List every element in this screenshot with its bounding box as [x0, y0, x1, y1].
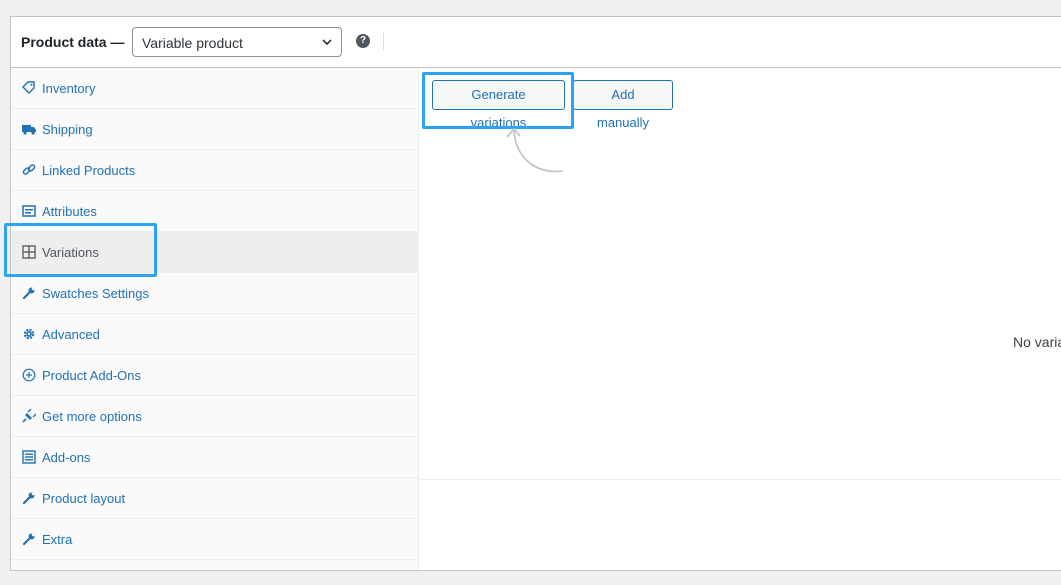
tab-label: Advanced	[42, 327, 100, 342]
plus-circle-icon	[22, 368, 36, 382]
tab-label: Attributes	[42, 204, 97, 219]
tab-label: Linked Products	[42, 163, 136, 178]
product-data-title: Product data —	[21, 34, 125, 50]
tab-add-ons[interactable]: Add-ons	[11, 437, 418, 478]
tab-linked-products[interactable]: Linked Products	[11, 150, 418, 191]
tab-label: Swatches Settings	[42, 286, 149, 301]
tab-shipping[interactable]: Shipping	[11, 109, 418, 150]
wrench-icon	[22, 492, 35, 505]
product-data-header: Product data — Variable product ?	[11, 17, 1061, 68]
tab-label: Shipping	[42, 122, 93, 137]
header-divider	[383, 33, 384, 51]
tab-label: Product layout	[42, 491, 126, 506]
plug-icon	[22, 409, 36, 423]
tab-label: Inventory	[42, 81, 96, 96]
tab-attributes[interactable]: Attributes	[11, 191, 418, 232]
tag-icon	[22, 81, 35, 94]
product-type-value: Variable product	[142, 35, 243, 51]
curved-arrow-icon	[506, 127, 564, 173]
list-card-icon	[22, 205, 36, 217]
wrench-icon	[22, 533, 35, 546]
tab-extra[interactable]: Extra	[11, 519, 418, 560]
wrench-icon	[22, 287, 35, 300]
product-data-tabs: Inventory Shipping Linked Products Attri…	[11, 68, 419, 570]
tab-get-more-options[interactable]: Get more options	[11, 396, 418, 437]
truck-icon	[22, 125, 36, 135]
tab-variations[interactable]: Variations	[11, 232, 418, 273]
tab-label: Product Add-Ons	[42, 368, 141, 383]
generate-variations-button[interactable]: Generate variations	[432, 80, 565, 130]
tab-label: Get more options	[42, 409, 142, 424]
tab-label: Extra	[42, 532, 73, 547]
chevron-down-icon	[322, 39, 332, 46]
tab-product-add-ons[interactable]: Product Add-Ons	[11, 355, 418, 396]
gear-icon	[23, 328, 35, 340]
tab-label: Variations	[42, 245, 99, 260]
add-manually-button[interactable]: Add manually	[573, 80, 673, 130]
question-circle-icon[interactable]: ?	[356, 34, 370, 48]
tab-product-layout[interactable]: Product layout	[11, 478, 418, 519]
grid-icon	[22, 245, 36, 259]
product-type-select[interactable]: Variable product	[132, 27, 342, 57]
link-icon	[22, 164, 36, 175]
product-data-panel: Product data — Variable product ? Invent…	[10, 16, 1061, 571]
tab-label: Add-ons	[42, 450, 91, 465]
list-icon	[22, 450, 36, 464]
tab-inventory[interactable]: Inventory	[11, 68, 418, 109]
no-variations-message: No variati	[1013, 334, 1061, 350]
tab-advanced[interactable]: Advanced	[11, 314, 418, 355]
tab-swatches-settings[interactable]: Swatches Settings	[11, 273, 418, 314]
